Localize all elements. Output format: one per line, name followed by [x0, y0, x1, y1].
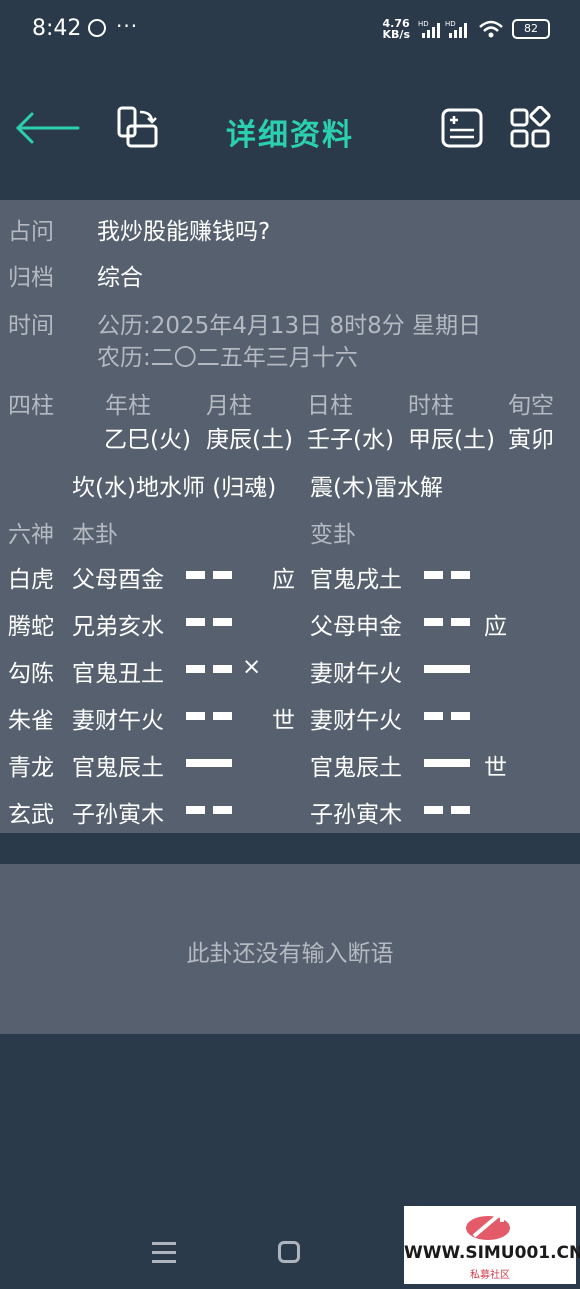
- liushen-label: 六神: [8, 522, 54, 548]
- home-icon[interactable]: [278, 1241, 300, 1263]
- changed-line-yin-segment: [424, 618, 443, 626]
- svg-text:HD: HD: [418, 20, 429, 28]
- main-line-yin-segment: [213, 571, 232, 579]
- changed-line-yin-segment: [451, 571, 470, 579]
- status-more-dots: ···: [116, 14, 139, 38]
- liushen-god: 白虎: [8, 567, 54, 593]
- main-line-yin-segment: [186, 618, 205, 626]
- svg-text:HD: HD: [445, 20, 456, 28]
- changed-line-shiying: 应: [484, 614, 507, 640]
- question-value: 我炒股能赚钱吗?: [97, 219, 271, 245]
- pillar-void: 寅卯: [508, 427, 554, 453]
- wifi-icon: [479, 20, 503, 38]
- network-speed: 4.76 KB/s: [382, 17, 410, 41]
- status-time: 8:42: [32, 16, 82, 41]
- toolbar: 详细资料: [0, 88, 580, 168]
- main-line-relation: 兄弟亥水: [72, 614, 164, 640]
- status-right-group: 4.76 KB/s HD HD 82: [383, 18, 550, 40]
- main-hexagram-label: 本卦: [72, 522, 118, 548]
- pillar-hour: 甲辰(土): [408, 427, 495, 453]
- moving-line-mark: ×: [242, 654, 262, 680]
- main-line-shiying: 世: [272, 708, 295, 734]
- main-line-yin-segment: [213, 618, 232, 626]
- pillar-header-hour: 时柱: [408, 393, 454, 419]
- main-line-yin-segment: [186, 806, 205, 814]
- watermark-subtitle: 私募社区: [470, 1270, 510, 1281]
- empty-commentary-text: 此卦还没有输入断语: [186, 941, 394, 967]
- watermark-logo: WWW.SIMU001.CN 私募社区: [404, 1206, 580, 1284]
- main-line-shiying: 应: [272, 567, 295, 593]
- changed-line-yin-segment: [451, 806, 470, 814]
- category-value: 综合: [97, 265, 143, 291]
- page-title: 详细资料: [226, 118, 354, 153]
- main-line-relation: 子孙寅木: [72, 802, 164, 828]
- question-label: 占问: [8, 219, 54, 245]
- status-bar: 8:42 ··· 4.76 KB/s HD HD 82: [0, 0, 580, 60]
- main-line-relation: 父母酉金: [72, 567, 164, 593]
- changed-line-yin-segment: [424, 712, 443, 720]
- liushen-god: 朱雀: [8, 708, 54, 734]
- changed-line-relation: 官鬼戌土: [310, 567, 402, 593]
- liushen-god: 腾蛇: [8, 614, 54, 640]
- time-label: 时间: [8, 313, 54, 339]
- detail-panel: 占问 我炒股能赚钱吗? 归档 综合 时间 公历:2025年4月13日 8时8分 …: [0, 200, 580, 833]
- changed-line-relation: 官鬼辰土: [310, 755, 402, 781]
- pillar-header-void: 旬空: [508, 393, 554, 419]
- changed-line-relation: 妻财午火: [310, 708, 402, 734]
- changed-hexagram-label: 变卦: [310, 522, 356, 548]
- category-label: 归档: [8, 265, 54, 291]
- changed-line-yin-segment: [424, 571, 443, 579]
- changed-hexagram-name: 震(木)雷水解: [310, 475, 443, 501]
- pillar-header-day: 日柱: [307, 393, 353, 419]
- add-note-icon[interactable]: [440, 106, 484, 150]
- main-line-yin-segment: [186, 665, 205, 673]
- main-line-yin-segment: [213, 806, 232, 814]
- changed-line-yin-segment: [424, 806, 443, 814]
- watermark-url: WWW.SIMU001.CN: [404, 1243, 580, 1263]
- main-hexagram-name: 坎(水)地水师 (归魂): [72, 475, 277, 501]
- pillar-year: 乙巳(火): [104, 427, 191, 453]
- changed-line-relation: 妻财午火: [310, 661, 402, 687]
- widgets-icon[interactable]: [508, 106, 552, 150]
- main-line-relation: 官鬼辰土: [72, 755, 164, 781]
- battery-icon: 82: [512, 19, 550, 39]
- pillar-day: 壬子(水): [307, 427, 394, 453]
- main-line-relation: 妻财午火: [72, 708, 164, 734]
- changed-line-relation: 子孙寅木: [310, 802, 402, 828]
- main-line-relation: 官鬼丑土: [72, 661, 164, 687]
- main-line-yang-line: [186, 759, 232, 767]
- main-line-yin-segment: [213, 712, 232, 720]
- signal-icon: HD HD: [418, 20, 467, 38]
- pillars-label: 四柱: [8, 393, 54, 419]
- changed-line-shiying: 世: [484, 755, 507, 781]
- liushen-god: 勾陈: [8, 661, 54, 687]
- changed-line-yang-line: [424, 759, 470, 767]
- main-line-yin-segment: [186, 571, 205, 579]
- liushen-god: 青龙: [8, 755, 54, 781]
- changed-line-relation: 父母申金: [310, 614, 402, 640]
- changed-line-yin-segment: [451, 712, 470, 720]
- main-line-yin-segment: [213, 665, 232, 673]
- changed-line-yang-line: [424, 665, 470, 673]
- watermark-emblem-icon: [466, 1212, 510, 1240]
- main-line-yin-segment: [186, 712, 205, 720]
- pillar-month: 庚辰(土): [206, 427, 293, 453]
- commentary-panel[interactable]: 此卦还没有输入断语: [0, 864, 580, 1034]
- solar-date: 公历:2025年4月13日 8时8分 星期日: [97, 313, 482, 339]
- clock-icon: [88, 19, 106, 37]
- lunar-date: 农历:二〇二五年三月十六: [97, 345, 358, 371]
- liushen-god: 玄武: [8, 802, 54, 828]
- pillar-header-year: 年柱: [105, 393, 151, 419]
- changed-line-yin-segment: [451, 618, 470, 626]
- pillar-header-month: 月柱: [206, 393, 252, 419]
- menu-icon[interactable]: [152, 1242, 176, 1264]
